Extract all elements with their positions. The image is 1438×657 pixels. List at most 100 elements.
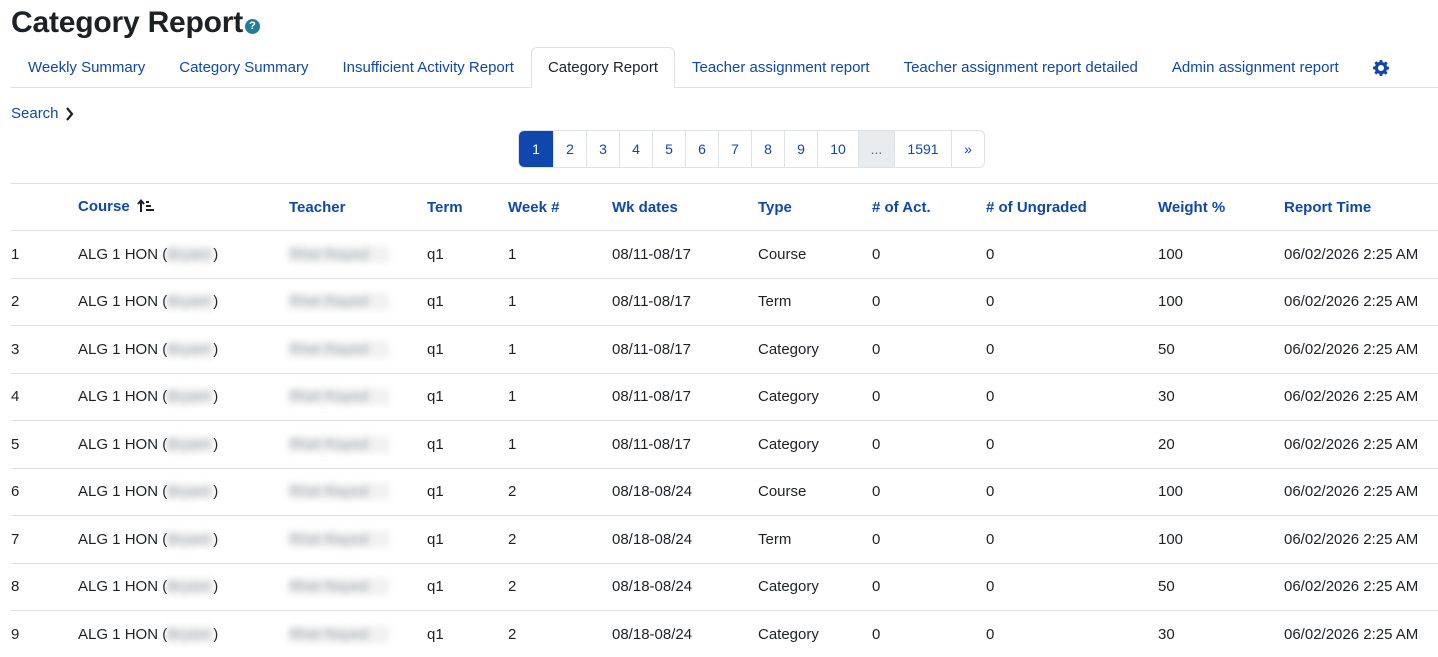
sort-ascending-icon[interactable] [137, 198, 155, 217]
course-name: ALG 1 HON ( [78, 388, 168, 406]
wk-dates-cell: 08/18-08/24 [612, 578, 693, 596]
row-index: 9 [11, 625, 20, 643]
page-link-10[interactable]: 10 [817, 131, 858, 167]
tab-teacher-assignment-report-detailed[interactable]: Teacher assignment report detailed [887, 48, 1155, 87]
col-header-type[interactable]: Type [758, 184, 872, 231]
weight-cell: 100 [1158, 293, 1184, 311]
num-ungraded-cell: 0 [986, 388, 995, 406]
teacher-name-redacted: Rhet Rayed [289, 483, 389, 501]
report-time-cell: 06/02/2026 2:25 AM [1284, 245, 1419, 263]
col-header-num-act[interactable]: # of Act. [872, 184, 986, 231]
term-cell: q1 [427, 435, 444, 453]
col-header-num-ungraded[interactable]: # of Ungraded [986, 184, 1158, 231]
course-close-paren: ) [213, 625, 219, 643]
row-index: 2 [11, 293, 20, 311]
course-cell: ALG 1 HON (Bryant) [78, 421, 289, 469]
teacher-name-redacted: Rhet Rayed [289, 388, 389, 406]
col-header-term[interactable]: Term [427, 184, 508, 231]
tab-category-summary[interactable]: Category Summary [162, 48, 325, 87]
tab-admin-assignment-report[interactable]: Admin assignment report [1155, 48, 1356, 87]
page-link-3[interactable]: 3 [586, 131, 619, 167]
table-row: 6 ALG 1 HON (Bryant) Rhet Rayed q1 2 08/18-08… [11, 468, 1438, 516]
wk-dates-cell: 08/11-08/17 [612, 340, 691, 358]
num-act-cell: 0 [872, 483, 881, 501]
tab-category-report[interactable]: Category Report [530, 47, 675, 88]
course-cell: ALG 1 HON (Bryant) [78, 326, 289, 374]
teacher-name-redacted: Rhet Rayed [289, 530, 389, 548]
help-icon[interactable]: ? [245, 18, 261, 34]
table-row: 1 ALG 1 HON (Bryant) Rhet Rayed q1 1 08/11-08… [11, 231, 1438, 279]
page-link-1591[interactable]: 1591 [894, 131, 951, 167]
term-cell: q1 [427, 578, 444, 596]
course-close-paren: ) [213, 245, 219, 263]
tab-weekly-summary[interactable]: Weekly Summary [11, 48, 162, 87]
teacher-cell: Rhet Rayed [289, 231, 427, 279]
page-link-4[interactable]: 4 [619, 131, 652, 167]
col-header-teacher[interactable]: Teacher [289, 184, 427, 231]
col-header-weight[interactable]: Weight % [1158, 184, 1284, 231]
course-redacted: Bryant [167, 293, 214, 311]
page-title: Category Report [11, 6, 244, 39]
page-link-2[interactable]: 2 [553, 131, 586, 167]
col-header-wk-dates[interactable]: Wk dates [612, 184, 758, 231]
teacher-cell: Rhet Rayed [289, 326, 427, 374]
col-header-course-label[interactable]: Course [78, 198, 130, 215]
teacher-cell: Rhet Rayed [289, 516, 427, 564]
table-row: 8 ALG 1 HON (Bryant) Rhet Rayed q1 2 08/18-08… [11, 563, 1438, 611]
row-index: 8 [11, 578, 20, 596]
num-ungraded-cell: 0 [986, 293, 995, 311]
weight-cell: 100 [1158, 483, 1184, 501]
col-header-index [11, 184, 78, 231]
report-time-cell: 06/02/2026 2:25 AM [1284, 530, 1419, 548]
course-redacted: Bryant [167, 530, 214, 548]
term-cell: q1 [427, 625, 444, 643]
course-cell: ALG 1 HON (Bryant) [78, 516, 289, 564]
col-header-report-time[interactable]: Report Time [1284, 184, 1438, 231]
course-redacted: Bryant [167, 578, 214, 596]
num-ungraded-cell: 0 [986, 245, 995, 263]
weight-cell: 30 [1158, 388, 1175, 406]
term-cell: q1 [427, 340, 444, 358]
tab-insufficient-activity-report[interactable]: Insufficient Activity Report [325, 48, 530, 87]
table-row: 5 ALG 1 HON (Bryant) Rhet Rayed q1 1 08/11-08… [11, 421, 1438, 469]
week-cell: 1 [508, 435, 517, 453]
week-cell: 2 [508, 625, 517, 643]
weight-cell: 50 [1158, 578, 1175, 596]
course-name: ALG 1 HON ( [78, 245, 168, 263]
pagination: 1 2 3 4 5 6 7 8 9 10 ... 1591 » [518, 130, 985, 168]
col-header-course[interactable]: Course [78, 184, 289, 231]
teacher-name-redacted: Rhet Rayed [289, 245, 389, 263]
page-link-9[interactable]: 9 [784, 131, 817, 167]
report-time-cell: 06/02/2026 2:25 AM [1284, 483, 1419, 501]
search-toggle[interactable]: Search [11, 105, 74, 122]
page-link-8[interactable]: 8 [751, 131, 784, 167]
gear-icon[interactable] [1372, 59, 1389, 76]
num-act-cell: 0 [872, 530, 881, 548]
wk-dates-cell: 08/18-08/24 [612, 625, 693, 643]
course-redacted: Bryant [167, 483, 214, 501]
teacher-cell: Rhet Rayed [289, 373, 427, 421]
num-act-cell: 0 [872, 388, 881, 406]
page-next-button[interactable]: » [951, 131, 984, 167]
page-link-1[interactable]: 1 [519, 131, 553, 167]
col-header-week[interactable]: Week # [508, 184, 612, 231]
report-page: Category Report ? Weekly Summary Categor… [0, 0, 1438, 657]
term-cell: q1 [427, 293, 444, 311]
page-link-5[interactable]: 5 [652, 131, 685, 167]
course-close-paren: ) [213, 340, 219, 358]
settings-tab[interactable] [1356, 48, 1406, 87]
tab-teacher-assignment-report[interactable]: Teacher assignment report [675, 48, 887, 87]
num-act-cell: 0 [872, 245, 881, 263]
teacher-cell: Rhet Rayed [289, 421, 427, 469]
course-cell: ALG 1 HON (Bryant) [78, 468, 289, 516]
page-link-7[interactable]: 7 [718, 131, 751, 167]
course-close-paren: ) [213, 435, 219, 453]
teacher-name-redacted: Rhet Rayed [289, 578, 389, 596]
num-ungraded-cell: 0 [986, 483, 995, 501]
row-index: 4 [11, 388, 20, 406]
weight-cell: 100 [1158, 245, 1184, 263]
page-link-6[interactable]: 6 [685, 131, 718, 167]
teacher-name-redacted: Rhet Rayed [289, 293, 389, 311]
type-cell: Term [758, 530, 792, 548]
report-time-cell: 06/02/2026 2:25 AM [1284, 340, 1419, 358]
